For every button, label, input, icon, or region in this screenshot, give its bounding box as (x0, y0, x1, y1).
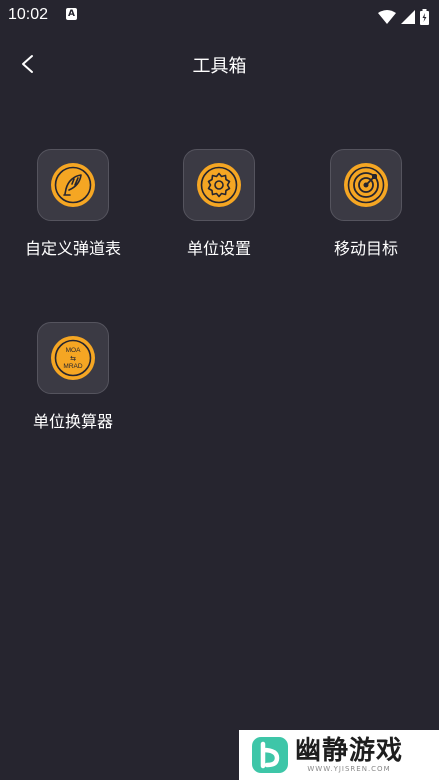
gear-icon (197, 163, 241, 207)
watermark-logo-icon (252, 737, 288, 773)
status-icons (377, 6, 429, 25)
tool-label: 单位设置 (186, 239, 251, 258)
watermark: 幽静游戏 WWW.YJISREN.COM (239, 730, 439, 780)
wifi-icon (377, 9, 396, 24)
status-bar: 10:02 A (0, 0, 439, 30)
icon-text-mrad: MRAD (63, 363, 82, 370)
battery-icon (420, 8, 429, 25)
unit-converter-icon: MOA ⇆ MRAD (51, 336, 95, 380)
tool-label: 移动目标 (333, 239, 398, 258)
tool-icon-box[interactable] (183, 149, 255, 221)
signal-icon (400, 9, 415, 24)
icon-text-moa: MOA (66, 347, 81, 354)
tool-unit-converter[interactable]: MOA ⇆ MRAD 单位换算器 (18, 322, 128, 432)
page-title: 工具箱 (192, 56, 247, 77)
tool-icon-box[interactable] (37, 149, 109, 221)
tool-label: 自定义弹道表 (24, 239, 121, 258)
tool-icon-box[interactable] (330, 149, 402, 221)
feather-icon (51, 163, 95, 207)
watermark-url: WWW.YJISREN.COM (307, 765, 391, 773)
icon-text-swap: ⇆ (70, 355, 76, 363)
target-icon (344, 163, 388, 207)
tool-custom-ballistic-table[interactable]: 自定义弹道表 (18, 149, 128, 259)
tool-label: 单位换算器 (32, 412, 113, 431)
tool-moving-target[interactable]: 移动目标 (311, 149, 421, 259)
status-time: 10:02 (8, 6, 49, 23)
tool-icon-box[interactable]: MOA ⇆ MRAD (37, 322, 109, 394)
watermark-title: 幽静游戏 (295, 736, 404, 766)
notification-icon: A (66, 8, 77, 20)
header: 工具箱 (0, 40, 439, 86)
tool-unit-settings[interactable]: 单位设置 (164, 149, 274, 259)
